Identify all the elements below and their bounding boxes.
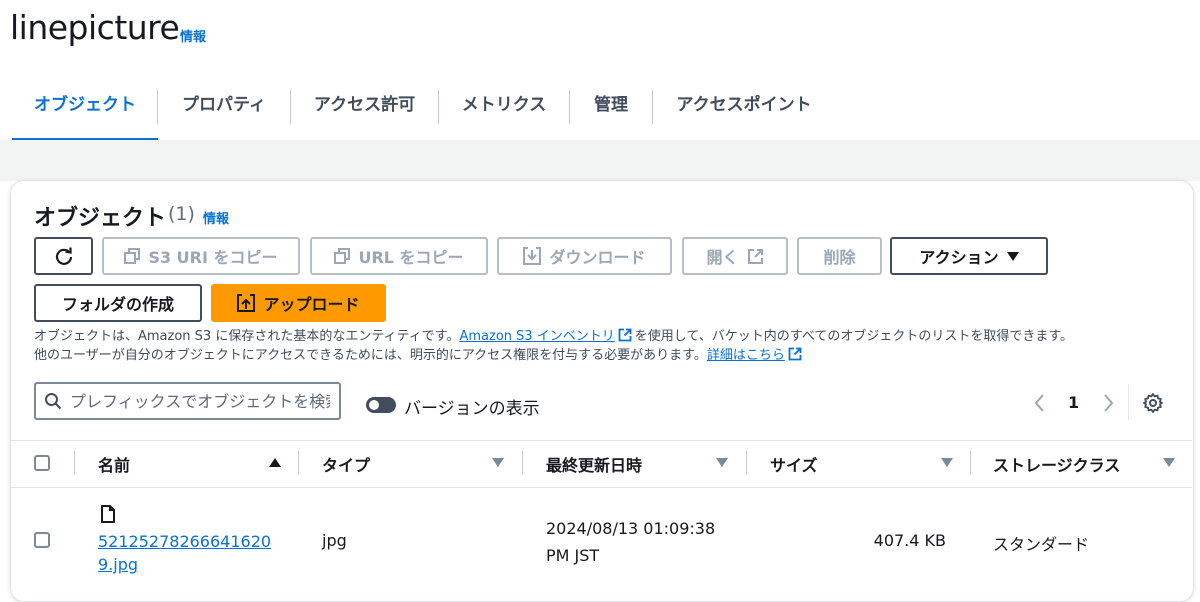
sort-ascending-icon[interactable]: [269, 458, 281, 467]
column-divider[interactable]: [522, 451, 523, 475]
search-field[interactable]: [34, 382, 341, 420]
create-folder-label: フォルダの作成: [61, 295, 174, 314]
object-name-link[interactable]: 521252782666416209.jpg: [98, 530, 278, 576]
tab-management[interactable]: 管理: [570, 78, 652, 138]
column-header-storage-class[interactable]: ストレージクラス: [993, 452, 1120, 476]
search-icon: [45, 393, 62, 410]
content-background: [0, 140, 1200, 181]
upload-label: アップロード: [263, 295, 360, 314]
tab-metrics[interactable]: メトリクス: [439, 78, 569, 138]
column-header-type[interactable]: タイプ: [322, 452, 370, 476]
actions-dropdown[interactable]: アクション: [890, 237, 1048, 275]
open-label: 開く: [706, 248, 739, 267]
show-versions-label: バージョンの表示: [404, 399, 540, 419]
objects-description: オブジェクトは、Amazon S3 に保存された基本的なエンティティです。Ama…: [34, 327, 1184, 365]
object-last-modified: 2024/08/13 01:09:38 PM JST: [546, 519, 716, 565]
sort-icon[interactable]: [492, 458, 504, 467]
search-input[interactable]: [70, 391, 330, 411]
column-header-size[interactable]: サイズ: [770, 452, 818, 476]
object-size: 407.4 KB: [873, 531, 946, 550]
objects-heading: オブジェクト: [34, 206, 167, 231]
sort-icon[interactable]: [716, 458, 728, 467]
tab-permissions[interactable]: アクセス許可: [291, 78, 438, 138]
sort-icon[interactable]: [941, 458, 953, 467]
select-all-checkbox[interactable]: [34, 455, 50, 471]
row-checkbox[interactable]: [34, 532, 50, 548]
bucket-name: linepicture: [10, 8, 180, 47]
external-link-icon: [618, 328, 632, 342]
download-icon: [523, 247, 542, 265]
column-divider: [74, 451, 75, 475]
download-label: ダウンロード: [549, 248, 646, 267]
caret-down-icon: [1006, 251, 1019, 261]
download-button[interactable]: ダウンロード: [497, 237, 672, 275]
refresh-icon: [55, 247, 72, 265]
column-divider[interactable]: [970, 451, 971, 475]
inventory-link[interactable]: Amazon S3 インベントリ: [459, 329, 614, 344]
column-divider[interactable]: [298, 451, 299, 475]
page-number[interactable]: 1: [1068, 393, 1079, 412]
object-storage-class: スタンダード: [993, 535, 1090, 554]
show-versions-toggle[interactable]: [366, 397, 396, 413]
delete-label: 削除: [823, 248, 856, 267]
actions-label: アクション: [919, 248, 999, 267]
delete-button[interactable]: 削除: [797, 237, 882, 275]
create-folder-button[interactable]: フォルダの作成: [34, 284, 202, 322]
objects-count: (1): [168, 203, 195, 225]
refresh-button[interactable]: [34, 237, 93, 275]
open-button[interactable]: 開く: [682, 237, 788, 275]
copy-s3-uri-label: S3 URI をコピー: [148, 248, 278, 267]
tab-properties[interactable]: プロパティ: [158, 78, 290, 138]
copy-s3-uri-button[interactable]: S3 URI をコピー: [102, 237, 300, 275]
previous-page-icon[interactable]: [1030, 391, 1050, 415]
upload-icon: [237, 294, 256, 312]
tab-objects[interactable]: オブジェクト: [12, 78, 158, 141]
pagination-divider: [1128, 384, 1129, 420]
copy-url-label: URL をコピー: [358, 248, 464, 267]
gear-icon[interactable]: [1142, 392, 1164, 414]
file-icon: [101, 505, 115, 523]
copy-icon: [334, 248, 351, 264]
description-text: 他のユーザーが自分のオブジェクトにアクセスできるためには、明示的にアクセス権限を…: [34, 348, 707, 363]
sort-icon[interactable]: [1163, 458, 1175, 467]
external-link-icon: [788, 347, 802, 361]
column-divider[interactable]: [746, 451, 747, 475]
tab-access-points[interactable]: アクセスポイント: [653, 78, 835, 138]
upload-button[interactable]: アップロード: [211, 284, 386, 322]
copy-url-button[interactable]: URL をコピー: [310, 237, 488, 275]
details-link[interactable]: 詳細はこちら: [707, 348, 785, 363]
next-page-icon[interactable]: [1098, 391, 1118, 415]
objects-info-link[interactable]: 情報: [203, 208, 229, 227]
column-header-name[interactable]: 名前: [98, 452, 130, 476]
external-link-icon: [747, 248, 763, 264]
tab-bar: オブジェクト プロパティ アクセス許可 メトリクス 管理 アクセスポイント: [12, 78, 1192, 141]
copy-icon: [124, 248, 141, 264]
description-text: オブジェクトは、Amazon S3 に保存された基本的なエンティティです。: [34, 329, 460, 344]
description-text: を使用して、バケット内のすべてのオブジェクトのリストを取得できます。: [634, 329, 1074, 344]
bucket-info-link[interactable]: 情報: [180, 26, 206, 45]
column-header-last-modified[interactable]: 最終更新日時: [546, 452, 642, 476]
object-type: jpg: [322, 531, 347, 550]
